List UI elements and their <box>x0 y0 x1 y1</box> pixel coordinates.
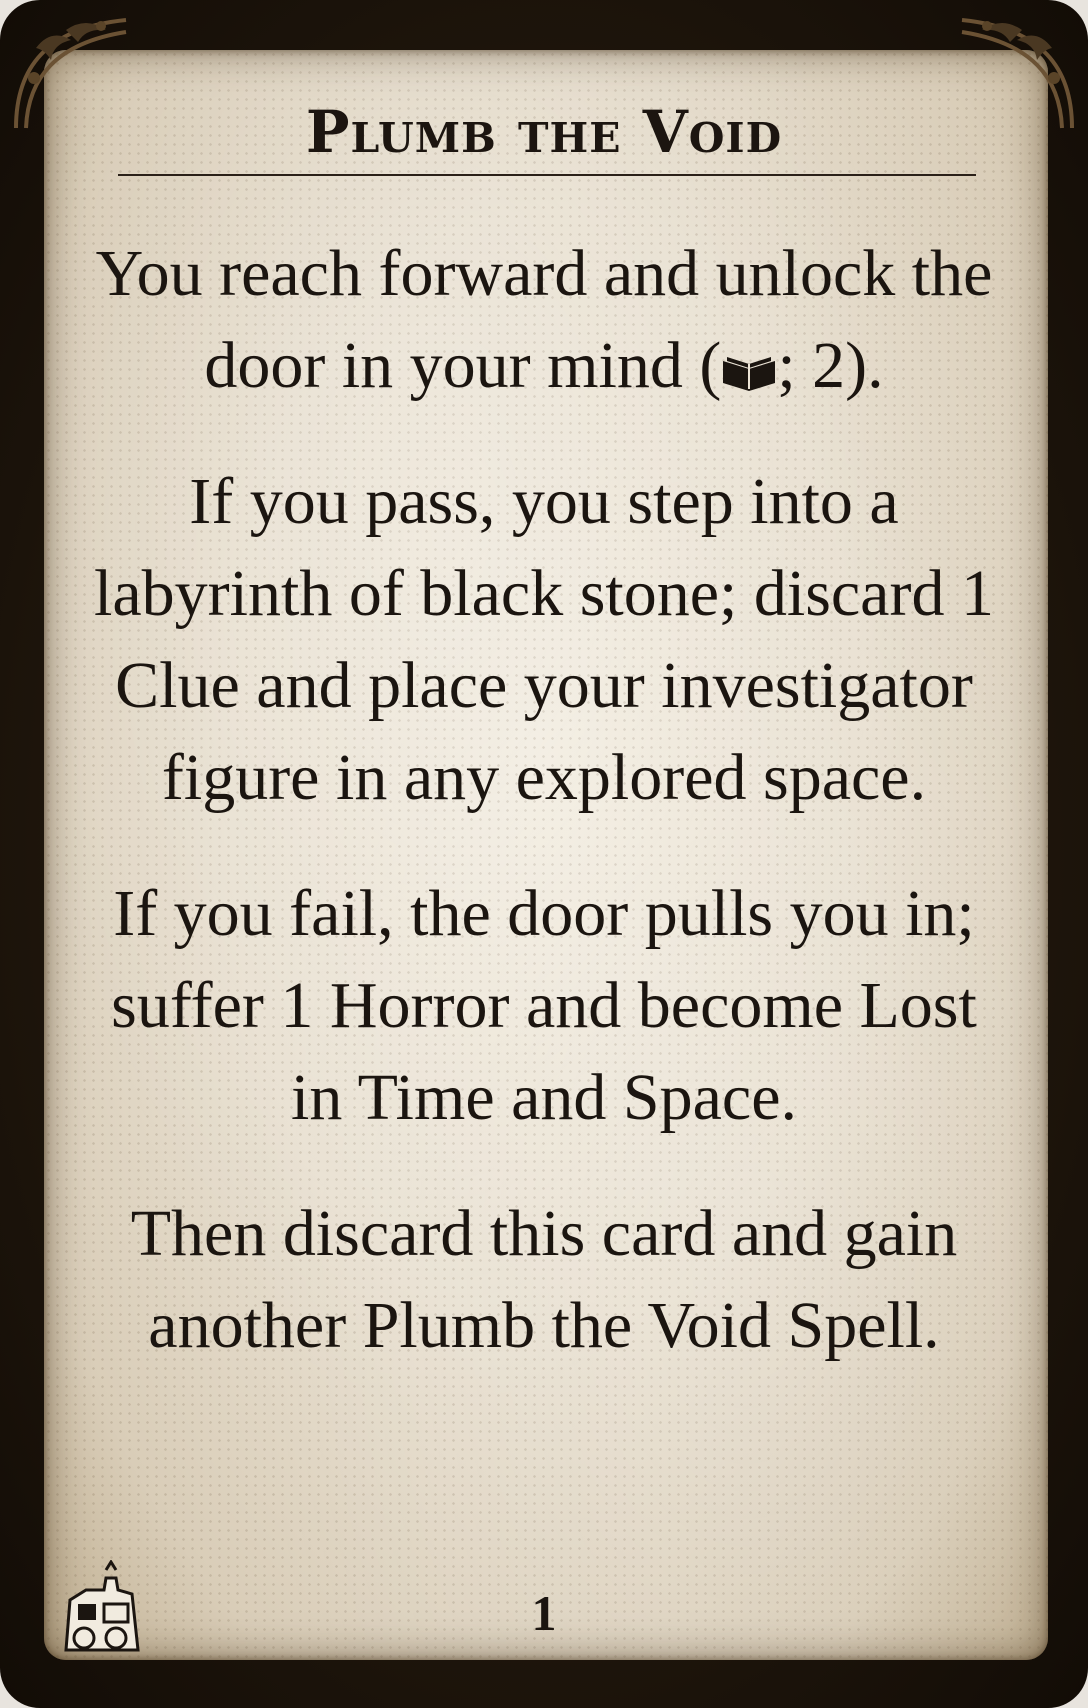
paragraph-test-end: ; 2). <box>777 329 884 402</box>
spell-card: Plumb the Void You reach forward and unl… <box>0 0 1088 1708</box>
paragraph-test: You reach forward and unlock the door in… <box>80 228 1008 412</box>
card-number: 1 <box>531 1585 557 1641</box>
title-divider <box>118 174 976 176</box>
paragraph-fail: If you fail, the door pulls you in; suff… <box>111 877 977 1134</box>
card-title: Plumb the Void <box>305 98 783 166</box>
paragraph-discard: Then discard this card and gain another … <box>130 1197 958 1362</box>
paragraph-pass: If you pass, you step into a labyrinth o… <box>94 465 994 814</box>
card-text: You reach forward and unlock the door in… <box>80 228 1008 1416</box>
lore-book-icon <box>721 324 777 391</box>
